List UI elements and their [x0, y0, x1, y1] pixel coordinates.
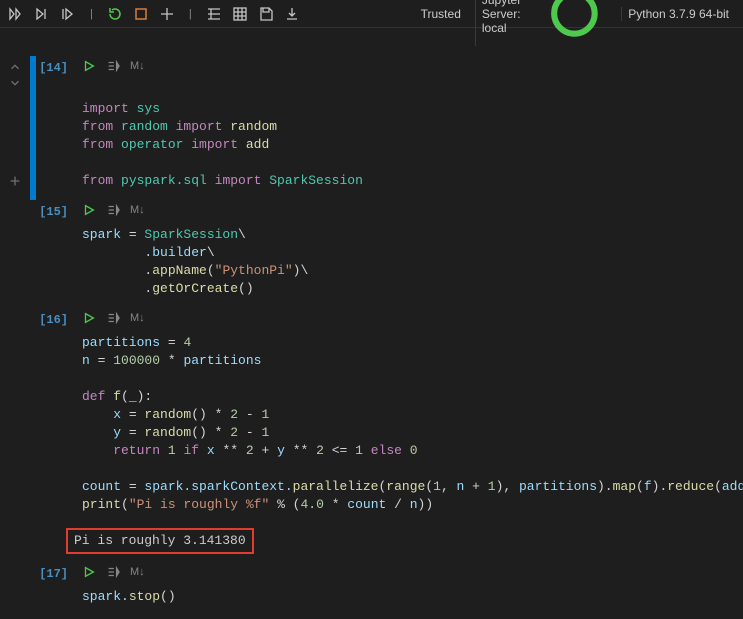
cell-toolbar: M↓	[82, 562, 743, 582]
markdown-toggle[interactable]: M↓	[130, 60, 145, 72]
restart-kernel-icon[interactable]	[107, 6, 123, 22]
kernel-status[interactable]: Python 3.7.9 64-bit	[621, 7, 735, 21]
outline-icon[interactable]	[232, 6, 248, 22]
interrupt-kernel-icon[interactable]	[133, 6, 149, 22]
run-cell-icon[interactable]	[82, 311, 96, 325]
save-icon[interactable]	[258, 6, 274, 22]
run-below-icon[interactable]	[60, 6, 76, 22]
code-editor[interactable]: import sys from random import random fro…	[82, 76, 743, 200]
run-by-line-icon[interactable]	[106, 59, 120, 73]
cell-toolbar: M↓	[82, 200, 743, 220]
cell-body: M↓ spark.stop()	[72, 562, 743, 616]
cell-body: M↓ partitions = 4 n = 100000 * partition…	[72, 308, 743, 562]
execution-count: [14]	[36, 56, 72, 200]
markdown-toggle[interactable]: M↓	[130, 204, 145, 216]
cell-toolbar: M↓	[82, 56, 743, 76]
notebook-toolbar: | | Trusted Jupyter Server: local Python…	[0, 0, 743, 28]
cell-body: M↓ spark = SparkSession\ .builder\ .appN…	[72, 200, 743, 308]
notebook-cell[interactable]: [15] M↓ spark = SparkSession\ .builder\ …	[0, 200, 743, 308]
add-cell-below-icon[interactable]	[8, 174, 22, 188]
markdown-toggle[interactable]: M↓	[130, 312, 145, 324]
run-above-icon[interactable]	[34, 6, 50, 22]
notebook-cell[interactable]: [14] M↓ import sys from random import ra…	[0, 56, 743, 200]
collapse-up-icon[interactable]	[8, 60, 22, 74]
toolbar-left-group: | |	[8, 6, 300, 22]
cell-gutter	[0, 562, 30, 616]
cell-output: Pi is roughly 3.141380	[66, 524, 743, 562]
run-by-line-icon[interactable]	[106, 565, 120, 579]
cell-gutter	[0, 308, 30, 562]
toolbar-separator: |	[86, 8, 97, 20]
run-by-line-icon[interactable]	[106, 203, 120, 217]
run-cell-icon[interactable]	[82, 565, 96, 579]
execution-count: [15]	[36, 200, 72, 308]
add-cell-icon[interactable]	[159, 6, 175, 22]
jupyter-server-status[interactable]: Jupyter Server: local	[475, 0, 613, 46]
cell-toolbar: M↓	[82, 308, 743, 328]
execution-count: [17]	[36, 562, 72, 616]
toolbar-separator: |	[185, 8, 196, 20]
cell-body: M↓ import sys from random import random …	[72, 56, 743, 200]
notebook-cell[interactable]: [16] M↓ partitions = 4 n = 100000 * part…	[0, 308, 743, 562]
run-all-icon[interactable]	[8, 6, 24, 22]
notebook-cell[interactable]: [17] M↓ spark.stop()	[0, 562, 743, 616]
output-text: Pi is roughly 3.141380	[66, 528, 254, 554]
toolbar-right-group: Trusted Jupyter Server: local Python 3.7…	[415, 0, 735, 46]
variables-icon[interactable]	[206, 6, 222, 22]
cell-gutter	[0, 56, 30, 200]
run-cell-icon[interactable]	[82, 59, 96, 73]
trust-status[interactable]: Trusted	[415, 7, 467, 21]
collapse-down-icon[interactable]	[8, 76, 22, 90]
export-icon[interactable]	[284, 6, 300, 22]
code-editor[interactable]: spark = SparkSession\ .builder\ .appName…	[82, 220, 743, 308]
cells-container: [14] M↓ import sys from random import ra…	[0, 28, 743, 616]
code-editor[interactable]: spark.stop()	[82, 582, 743, 616]
run-cell-icon[interactable]	[82, 203, 96, 217]
cell-gutter	[0, 200, 30, 308]
run-by-line-icon[interactable]	[106, 311, 120, 325]
code-editor[interactable]: partitions = 4 n = 100000 * partitions d…	[82, 328, 743, 524]
markdown-toggle[interactable]: M↓	[130, 566, 145, 578]
